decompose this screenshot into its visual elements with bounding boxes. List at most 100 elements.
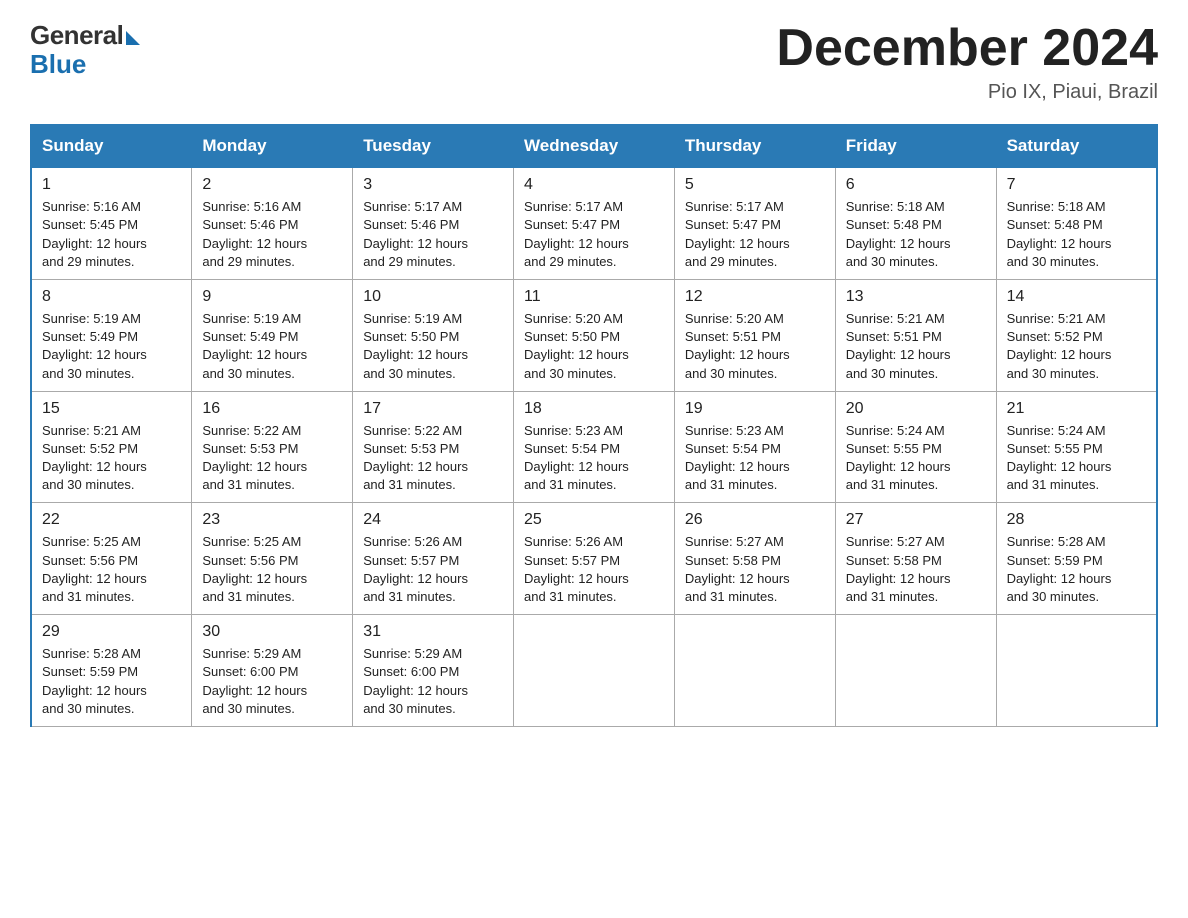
day-of-week-header: Saturday xyxy=(996,125,1157,167)
calendar-day-cell: 7 Sunrise: 5:18 AMSunset: 5:48 PMDayligh… xyxy=(996,167,1157,279)
calendar-week-row: 15 Sunrise: 5:21 AMSunset: 5:52 PMDaylig… xyxy=(31,391,1157,503)
day-header-row: SundayMondayTuesdayWednesdayThursdayFrid… xyxy=(31,125,1157,167)
calendar-day-cell: 29 Sunrise: 5:28 AMSunset: 5:59 PMDaylig… xyxy=(31,615,192,727)
day-info: Sunrise: 5:23 AMSunset: 5:54 PMDaylight:… xyxy=(685,423,790,493)
logo: General Blue xyxy=(30,20,140,80)
day-info: Sunrise: 5:24 AMSunset: 5:55 PMDaylight:… xyxy=(846,423,951,493)
calendar-day-cell: 22 Sunrise: 5:25 AMSunset: 5:56 PMDaylig… xyxy=(31,503,192,615)
day-info: Sunrise: 5:26 AMSunset: 5:57 PMDaylight:… xyxy=(363,534,468,604)
day-info: Sunrise: 5:16 AMSunset: 5:46 PMDaylight:… xyxy=(202,199,307,269)
day-info: Sunrise: 5:19 AMSunset: 5:49 PMDaylight:… xyxy=(202,311,307,381)
calendar-day-cell: 4 Sunrise: 5:17 AMSunset: 5:47 PMDayligh… xyxy=(514,167,675,279)
day-number: 10 xyxy=(363,288,503,306)
day-info: Sunrise: 5:24 AMSunset: 5:55 PMDaylight:… xyxy=(1007,423,1112,493)
day-info: Sunrise: 5:16 AMSunset: 5:45 PMDaylight:… xyxy=(42,199,147,269)
day-number: 12 xyxy=(685,288,825,306)
day-info: Sunrise: 5:28 AMSunset: 5:59 PMDaylight:… xyxy=(1007,534,1112,604)
day-number: 8 xyxy=(42,288,181,306)
calendar-day-cell: 14 Sunrise: 5:21 AMSunset: 5:52 PMDaylig… xyxy=(996,279,1157,391)
calendar-day-cell: 25 Sunrise: 5:26 AMSunset: 5:57 PMDaylig… xyxy=(514,503,675,615)
day-number: 23 xyxy=(202,511,342,529)
day-info: Sunrise: 5:21 AMSunset: 5:52 PMDaylight:… xyxy=(42,423,147,493)
day-info: Sunrise: 5:27 AMSunset: 5:58 PMDaylight:… xyxy=(846,534,951,604)
calendar-table: SundayMondayTuesdayWednesdayThursdayFrid… xyxy=(30,124,1158,727)
calendar-day-cell: 17 Sunrise: 5:22 AMSunset: 5:53 PMDaylig… xyxy=(353,391,514,503)
day-number: 5 xyxy=(685,176,825,194)
calendar-day-cell xyxy=(514,615,675,727)
day-info: Sunrise: 5:25 AMSunset: 5:56 PMDaylight:… xyxy=(42,534,147,604)
day-info: Sunrise: 5:27 AMSunset: 5:58 PMDaylight:… xyxy=(685,534,790,604)
day-info: Sunrise: 5:17 AMSunset: 5:47 PMDaylight:… xyxy=(524,199,629,269)
day-number: 17 xyxy=(363,400,503,418)
calendar-day-cell xyxy=(674,615,835,727)
calendar-day-cell: 1 Sunrise: 5:16 AMSunset: 5:45 PMDayligh… xyxy=(31,167,192,279)
day-number: 13 xyxy=(846,288,986,306)
day-number: 31 xyxy=(363,623,503,641)
logo-arrow-icon xyxy=(126,31,140,45)
day-number: 26 xyxy=(685,511,825,529)
day-info: Sunrise: 5:28 AMSunset: 5:59 PMDaylight:… xyxy=(42,646,147,716)
day-info: Sunrise: 5:23 AMSunset: 5:54 PMDaylight:… xyxy=(524,423,629,493)
day-info: Sunrise: 5:25 AMSunset: 5:56 PMDaylight:… xyxy=(202,534,307,604)
logo-blue-text: Blue xyxy=(30,49,86,80)
calendar-day-cell: 30 Sunrise: 5:29 AMSunset: 6:00 PMDaylig… xyxy=(192,615,353,727)
day-number: 29 xyxy=(42,623,181,641)
day-number: 22 xyxy=(42,511,181,529)
calendar-body: 1 Sunrise: 5:16 AMSunset: 5:45 PMDayligh… xyxy=(31,167,1157,726)
day-number: 15 xyxy=(42,400,181,418)
calendar-day-cell: 19 Sunrise: 5:23 AMSunset: 5:54 PMDaylig… xyxy=(674,391,835,503)
day-number: 30 xyxy=(202,623,342,641)
location: Pio IX, Piaui, Brazil xyxy=(776,81,1158,104)
day-number: 6 xyxy=(846,176,986,194)
day-number: 11 xyxy=(524,288,664,306)
calendar-day-cell: 9 Sunrise: 5:19 AMSunset: 5:49 PMDayligh… xyxy=(192,279,353,391)
day-of-week-header: Thursday xyxy=(674,125,835,167)
calendar-day-cell: 3 Sunrise: 5:17 AMSunset: 5:46 PMDayligh… xyxy=(353,167,514,279)
day-number: 20 xyxy=(846,400,986,418)
day-info: Sunrise: 5:20 AMSunset: 5:51 PMDaylight:… xyxy=(685,311,790,381)
calendar-header: SundayMondayTuesdayWednesdayThursdayFrid… xyxy=(31,125,1157,167)
day-of-week-header: Sunday xyxy=(31,125,192,167)
calendar-day-cell: 31 Sunrise: 5:29 AMSunset: 6:00 PMDaylig… xyxy=(353,615,514,727)
day-number: 14 xyxy=(1007,288,1146,306)
day-info: Sunrise: 5:19 AMSunset: 5:50 PMDaylight:… xyxy=(363,311,468,381)
day-info: Sunrise: 5:29 AMSunset: 6:00 PMDaylight:… xyxy=(363,646,468,716)
calendar-day-cell xyxy=(835,615,996,727)
calendar-day-cell: 20 Sunrise: 5:24 AMSunset: 5:55 PMDaylig… xyxy=(835,391,996,503)
calendar-day-cell: 10 Sunrise: 5:19 AMSunset: 5:50 PMDaylig… xyxy=(353,279,514,391)
day-number: 9 xyxy=(202,288,342,306)
calendar-week-row: 29 Sunrise: 5:28 AMSunset: 5:59 PMDaylig… xyxy=(31,615,1157,727)
day-info: Sunrise: 5:26 AMSunset: 5:57 PMDaylight:… xyxy=(524,534,629,604)
day-number: 7 xyxy=(1007,176,1146,194)
calendar-day-cell: 27 Sunrise: 5:27 AMSunset: 5:58 PMDaylig… xyxy=(835,503,996,615)
calendar-day-cell: 28 Sunrise: 5:28 AMSunset: 5:59 PMDaylig… xyxy=(996,503,1157,615)
logo-top: General xyxy=(30,20,140,51)
logo-general-text: General xyxy=(30,20,123,51)
day-info: Sunrise: 5:20 AMSunset: 5:50 PMDaylight:… xyxy=(524,311,629,381)
calendar-week-row: 1 Sunrise: 5:16 AMSunset: 5:45 PMDayligh… xyxy=(31,167,1157,279)
day-number: 3 xyxy=(363,176,503,194)
day-number: 1 xyxy=(42,176,181,194)
title-area: December 2024 Pio IX, Piaui, Brazil xyxy=(776,20,1158,104)
calendar-day-cell: 11 Sunrise: 5:20 AMSunset: 5:50 PMDaylig… xyxy=(514,279,675,391)
calendar-day-cell: 5 Sunrise: 5:17 AMSunset: 5:47 PMDayligh… xyxy=(674,167,835,279)
calendar-day-cell: 21 Sunrise: 5:24 AMSunset: 5:55 PMDaylig… xyxy=(996,391,1157,503)
day-info: Sunrise: 5:17 AMSunset: 5:46 PMDaylight:… xyxy=(363,199,468,269)
calendar-week-row: 22 Sunrise: 5:25 AMSunset: 5:56 PMDaylig… xyxy=(31,503,1157,615)
calendar-day-cell: 13 Sunrise: 5:21 AMSunset: 5:51 PMDaylig… xyxy=(835,279,996,391)
day-info: Sunrise: 5:18 AMSunset: 5:48 PMDaylight:… xyxy=(846,199,951,269)
day-info: Sunrise: 5:19 AMSunset: 5:49 PMDaylight:… xyxy=(42,311,147,381)
day-number: 19 xyxy=(685,400,825,418)
day-info: Sunrise: 5:29 AMSunset: 6:00 PMDaylight:… xyxy=(202,646,307,716)
day-of-week-header: Monday xyxy=(192,125,353,167)
day-number: 4 xyxy=(524,176,664,194)
day-of-week-header: Tuesday xyxy=(353,125,514,167)
day-number: 28 xyxy=(1007,511,1146,529)
day-number: 2 xyxy=(202,176,342,194)
calendar-day-cell: 8 Sunrise: 5:19 AMSunset: 5:49 PMDayligh… xyxy=(31,279,192,391)
day-number: 16 xyxy=(202,400,342,418)
calendar-day-cell: 12 Sunrise: 5:20 AMSunset: 5:51 PMDaylig… xyxy=(674,279,835,391)
page-header: General Blue December 2024 Pio IX, Piaui… xyxy=(30,20,1158,104)
calendar-day-cell: 16 Sunrise: 5:22 AMSunset: 5:53 PMDaylig… xyxy=(192,391,353,503)
calendar-day-cell: 24 Sunrise: 5:26 AMSunset: 5:57 PMDaylig… xyxy=(353,503,514,615)
